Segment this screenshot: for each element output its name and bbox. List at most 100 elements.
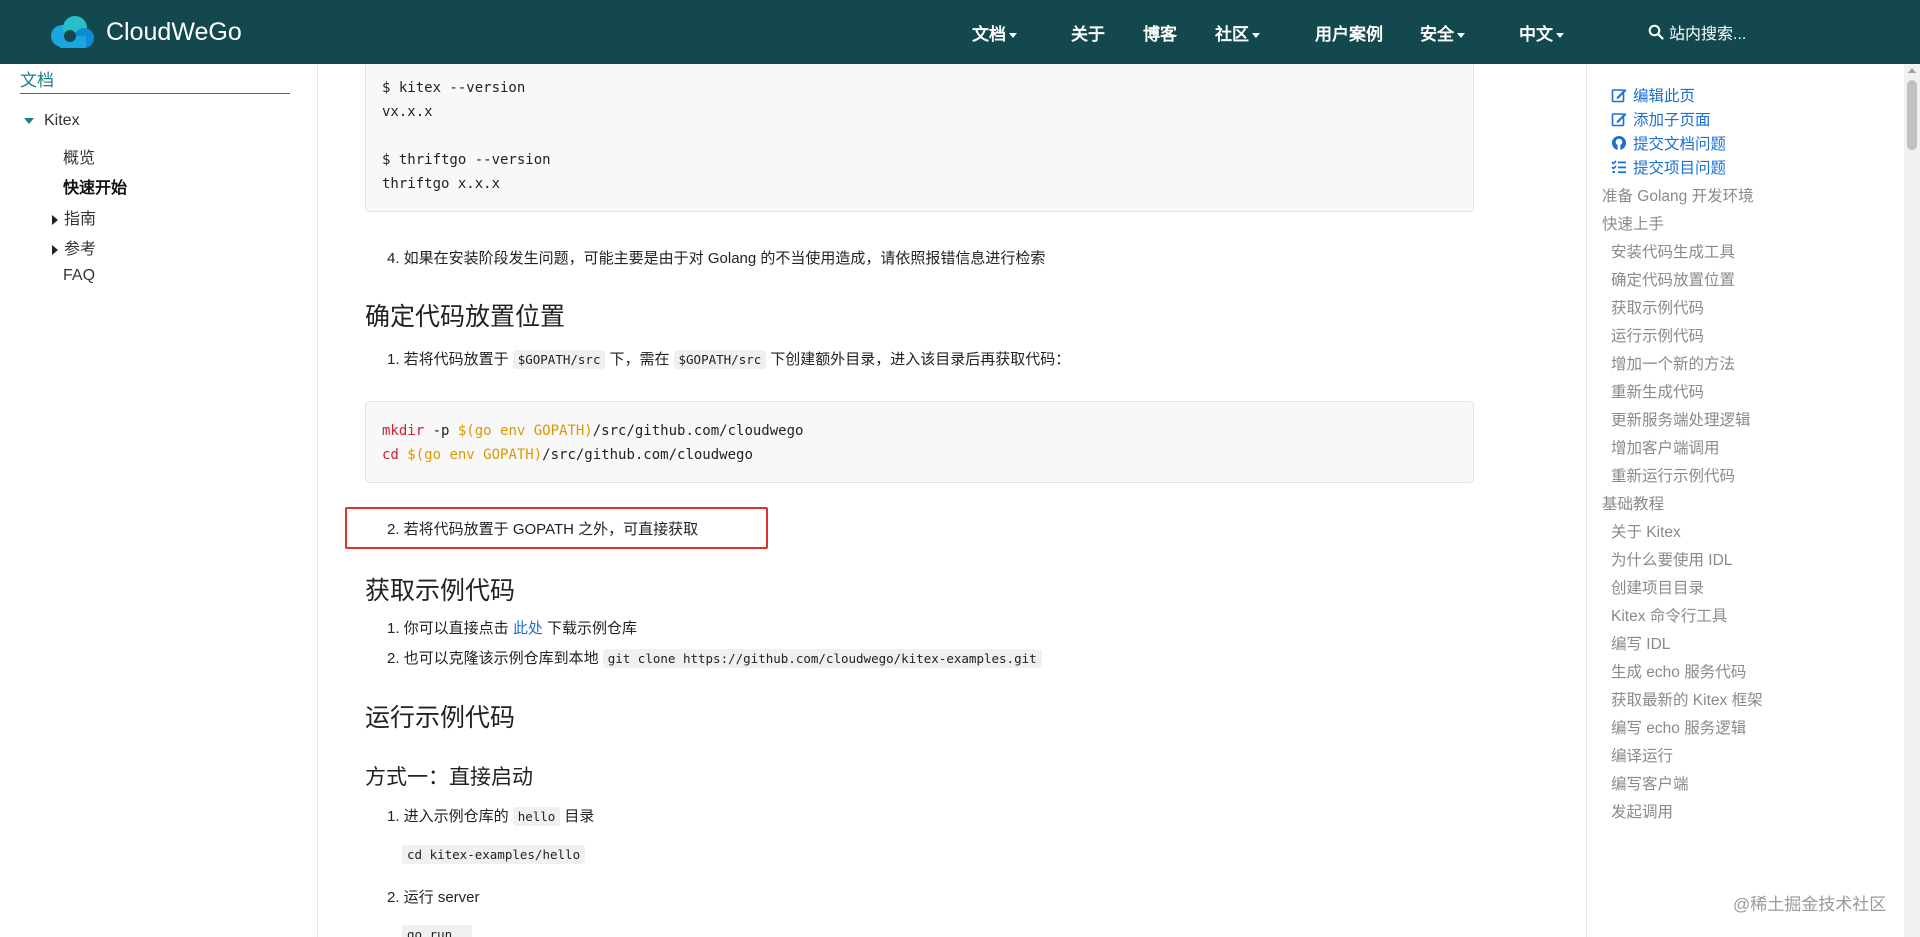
download-link[interactable]: 此处: [513, 620, 543, 637]
code-block-mkdir[interactable]: mkdir -p $(go env GOPATH)/src/github.com…: [365, 401, 1474, 483]
code-keyword: cd: [382, 447, 399, 463]
toc-item[interactable]: 运行示例代码: [1611, 324, 1704, 346]
code-text: -p: [424, 423, 458, 439]
edit-icon: [1611, 89, 1627, 103]
nav-blog[interactable]: 博客: [1143, 20, 1177, 45]
chevron-down-icon: [1252, 33, 1260, 39]
project-issue-link[interactable]: 提交项目问题: [1611, 156, 1726, 178]
toc-item[interactable]: 获取示例代码: [1611, 296, 1704, 318]
sidebar-item-label: Kitex: [44, 112, 80, 129]
toc-item[interactable]: 关于 Kitex: [1611, 520, 1681, 542]
sidebar-item-overview[interactable]: 概览: [63, 144, 95, 168]
code-block-version[interactable]: $ kitex --version vx.x.x $ thriftgo --ve…: [365, 64, 1474, 212]
code-line: thriftgo x.x.x: [382, 176, 501, 192]
toc-item[interactable]: 创建项目目录: [1611, 576, 1704, 598]
toc-item[interactable]: 发起调用: [1611, 800, 1673, 822]
github-icon: [1612, 136, 1626, 150]
add-child-page-link[interactable]: 添加子页面: [1611, 108, 1711, 130]
edit-page-link[interactable]: 编辑此页: [1611, 84, 1695, 106]
toc-item[interactable]: 生成 echo 服务代码: [1611, 660, 1746, 682]
search-placeholder: 站内搜索...: [1669, 26, 1747, 43]
toc-item[interactable]: 获取最新的 Kitex 框架: [1611, 688, 1763, 710]
nav-language[interactable]: 中文: [1519, 20, 1564, 45]
code-variable: $(go env GOPATH): [457, 423, 593, 439]
nav-cases[interactable]: 用户案例: [1315, 20, 1383, 45]
page-scrollbar[interactable]: [1904, 64, 1920, 937]
toc-item[interactable]: 编写客户端: [1611, 772, 1689, 794]
heading-run-example: 运行示例代码: [365, 704, 516, 732]
run-item-2-command: go run .: [402, 925, 473, 937]
heading-code-location: 确定代码放置位置: [365, 303, 566, 331]
step-4-text: 4. 如果在安装阶段发生问题，可能主要是由于对 Golang 的不当使用造成，请…: [387, 250, 1046, 267]
site-search[interactable]: 站内搜索...: [1648, 20, 1746, 44]
run-item-1-command: cd kitex-examples/hello: [402, 845, 586, 864]
watermark: @稀土掘金技术社区: [1733, 895, 1887, 914]
nav-docs[interactable]: 文档: [972, 20, 1017, 45]
sidebar-item-quickstart[interactable]: 快速开始: [63, 174, 127, 198]
sidebar-divider: [20, 93, 290, 94]
edit-icon: [1611, 113, 1627, 127]
nav-docs-label: 文档: [972, 25, 1006, 44]
brand[interactable]: CloudWeGo: [48, 14, 242, 50]
sidebar-title[interactable]: 文档: [20, 66, 54, 91]
toc-item[interactable]: 安装代码生成工具: [1611, 240, 1735, 262]
code-keyword: mkdir: [382, 423, 425, 439]
code-text: /src/github.com/cloudwego: [592, 423, 804, 439]
toc-item[interactable]: 重新生成代码: [1611, 380, 1704, 402]
get-item-1: 1. 你可以直接点击 此处 下载示例仓库: [387, 617, 637, 638]
toc-item[interactable]: 重新运行示例代码: [1611, 464, 1735, 486]
toc-item[interactable]: 增加一个新的方法: [1611, 352, 1735, 374]
inline-code: hello: [512, 807, 561, 826]
toc-item[interactable]: 编写 echo 服务逻辑: [1611, 716, 1746, 738]
inline-code: $GOPATH/src: [512, 350, 606, 369]
nav-security[interactable]: 安全: [1420, 20, 1465, 45]
nav-security-label: 安全: [1420, 25, 1454, 44]
toc-item[interactable]: 更新服务端处理逻辑: [1611, 408, 1751, 430]
sidebar-item-kitex[interactable]: Kitex: [24, 112, 80, 130]
toc-item[interactable]: Kitex 命令行工具: [1611, 604, 1727, 626]
action-label: 添加子页面: [1633, 112, 1711, 129]
text: 目录: [564, 808, 595, 825]
main-content: $ kitex --version vx.x.x $ thriftgo --ve…: [319, 64, 1586, 937]
doc-issue-link[interactable]: 提交文档问题: [1611, 132, 1726, 154]
location-item-1: 1. 若将代码放置于 $GOPATH/src 下，需在 $GOPATH/src 下创建额…: [387, 348, 1070, 369]
toc-item[interactable]: 增加客户端调用: [1611, 436, 1720, 458]
toc-item[interactable]: 快速上手: [1602, 212, 1664, 234]
caret-right-icon: [52, 214, 58, 225]
action-label: 编辑此页: [1633, 88, 1696, 105]
toc-item[interactable]: 为什么要使用 IDL: [1611, 548, 1732, 570]
chevron-down-icon: [1009, 33, 1017, 39]
text: 1. 进入示例仓库的: [387, 808, 509, 825]
scrollbar-thumb[interactable]: [1907, 80, 1917, 150]
nav-language-label: 中文: [1519, 25, 1553, 44]
caret-down-icon: [24, 117, 34, 124]
text: 2. 也可以克隆该示例仓库到本地: [387, 650, 599, 667]
sidebar-item-label: 概览: [63, 150, 96, 167]
caret-right-icon: [52, 244, 58, 255]
left-sidebar: 文档 Kitex 概览 快速开始 指南 参考 FAQ: [0, 64, 318, 937]
sidebar-item-label: 指南: [64, 211, 97, 228]
text: 下载示例仓库: [547, 620, 638, 637]
brand-name: CloudWeGo: [106, 17, 242, 46]
sidebar-item-guide[interactable]: 指南: [52, 205, 96, 229]
code-line: cd $(go env GOPATH)/src/github.com/cloud…: [382, 443, 1457, 467]
toc-item[interactable]: 确定代码放置位置: [1611, 268, 1735, 290]
toc-item[interactable]: 编写 IDL: [1611, 632, 1670, 654]
text: 下创建额外目录，进入该目录后再获取代码：: [770, 351, 1071, 368]
toc-item[interactable]: 基础教程: [1602, 492, 1664, 514]
scroll-up-arrow-icon[interactable]: [1908, 68, 1916, 73]
sidebar-item-faq[interactable]: FAQ: [63, 267, 95, 285]
nav-about[interactable]: 关于: [1071, 20, 1105, 45]
right-toc: 编辑此页 添加子页面 提交文档问题 提交项目问题 准备 Golang 开发环境快…: [1586, 64, 1896, 937]
cloudwego-logo-icon: [51, 16, 94, 48]
toc-item[interactable]: 编译运行: [1611, 744, 1673, 766]
text: 1. 你可以直接点击: [387, 620, 509, 637]
nav-about-label: 关于: [1071, 25, 1105, 44]
sidebar-item-reference[interactable]: 参考: [52, 235, 96, 259]
location-item-2: 2. 若将代码放置于 GOPATH 之外，可直接获取: [387, 521, 699, 538]
nav-community[interactable]: 社区: [1215, 20, 1260, 45]
code-line: vx.x.x: [382, 104, 433, 120]
action-label: 提交项目问题: [1633, 160, 1727, 177]
toc-item[interactable]: 准备 Golang 开发环境: [1602, 184, 1754, 206]
